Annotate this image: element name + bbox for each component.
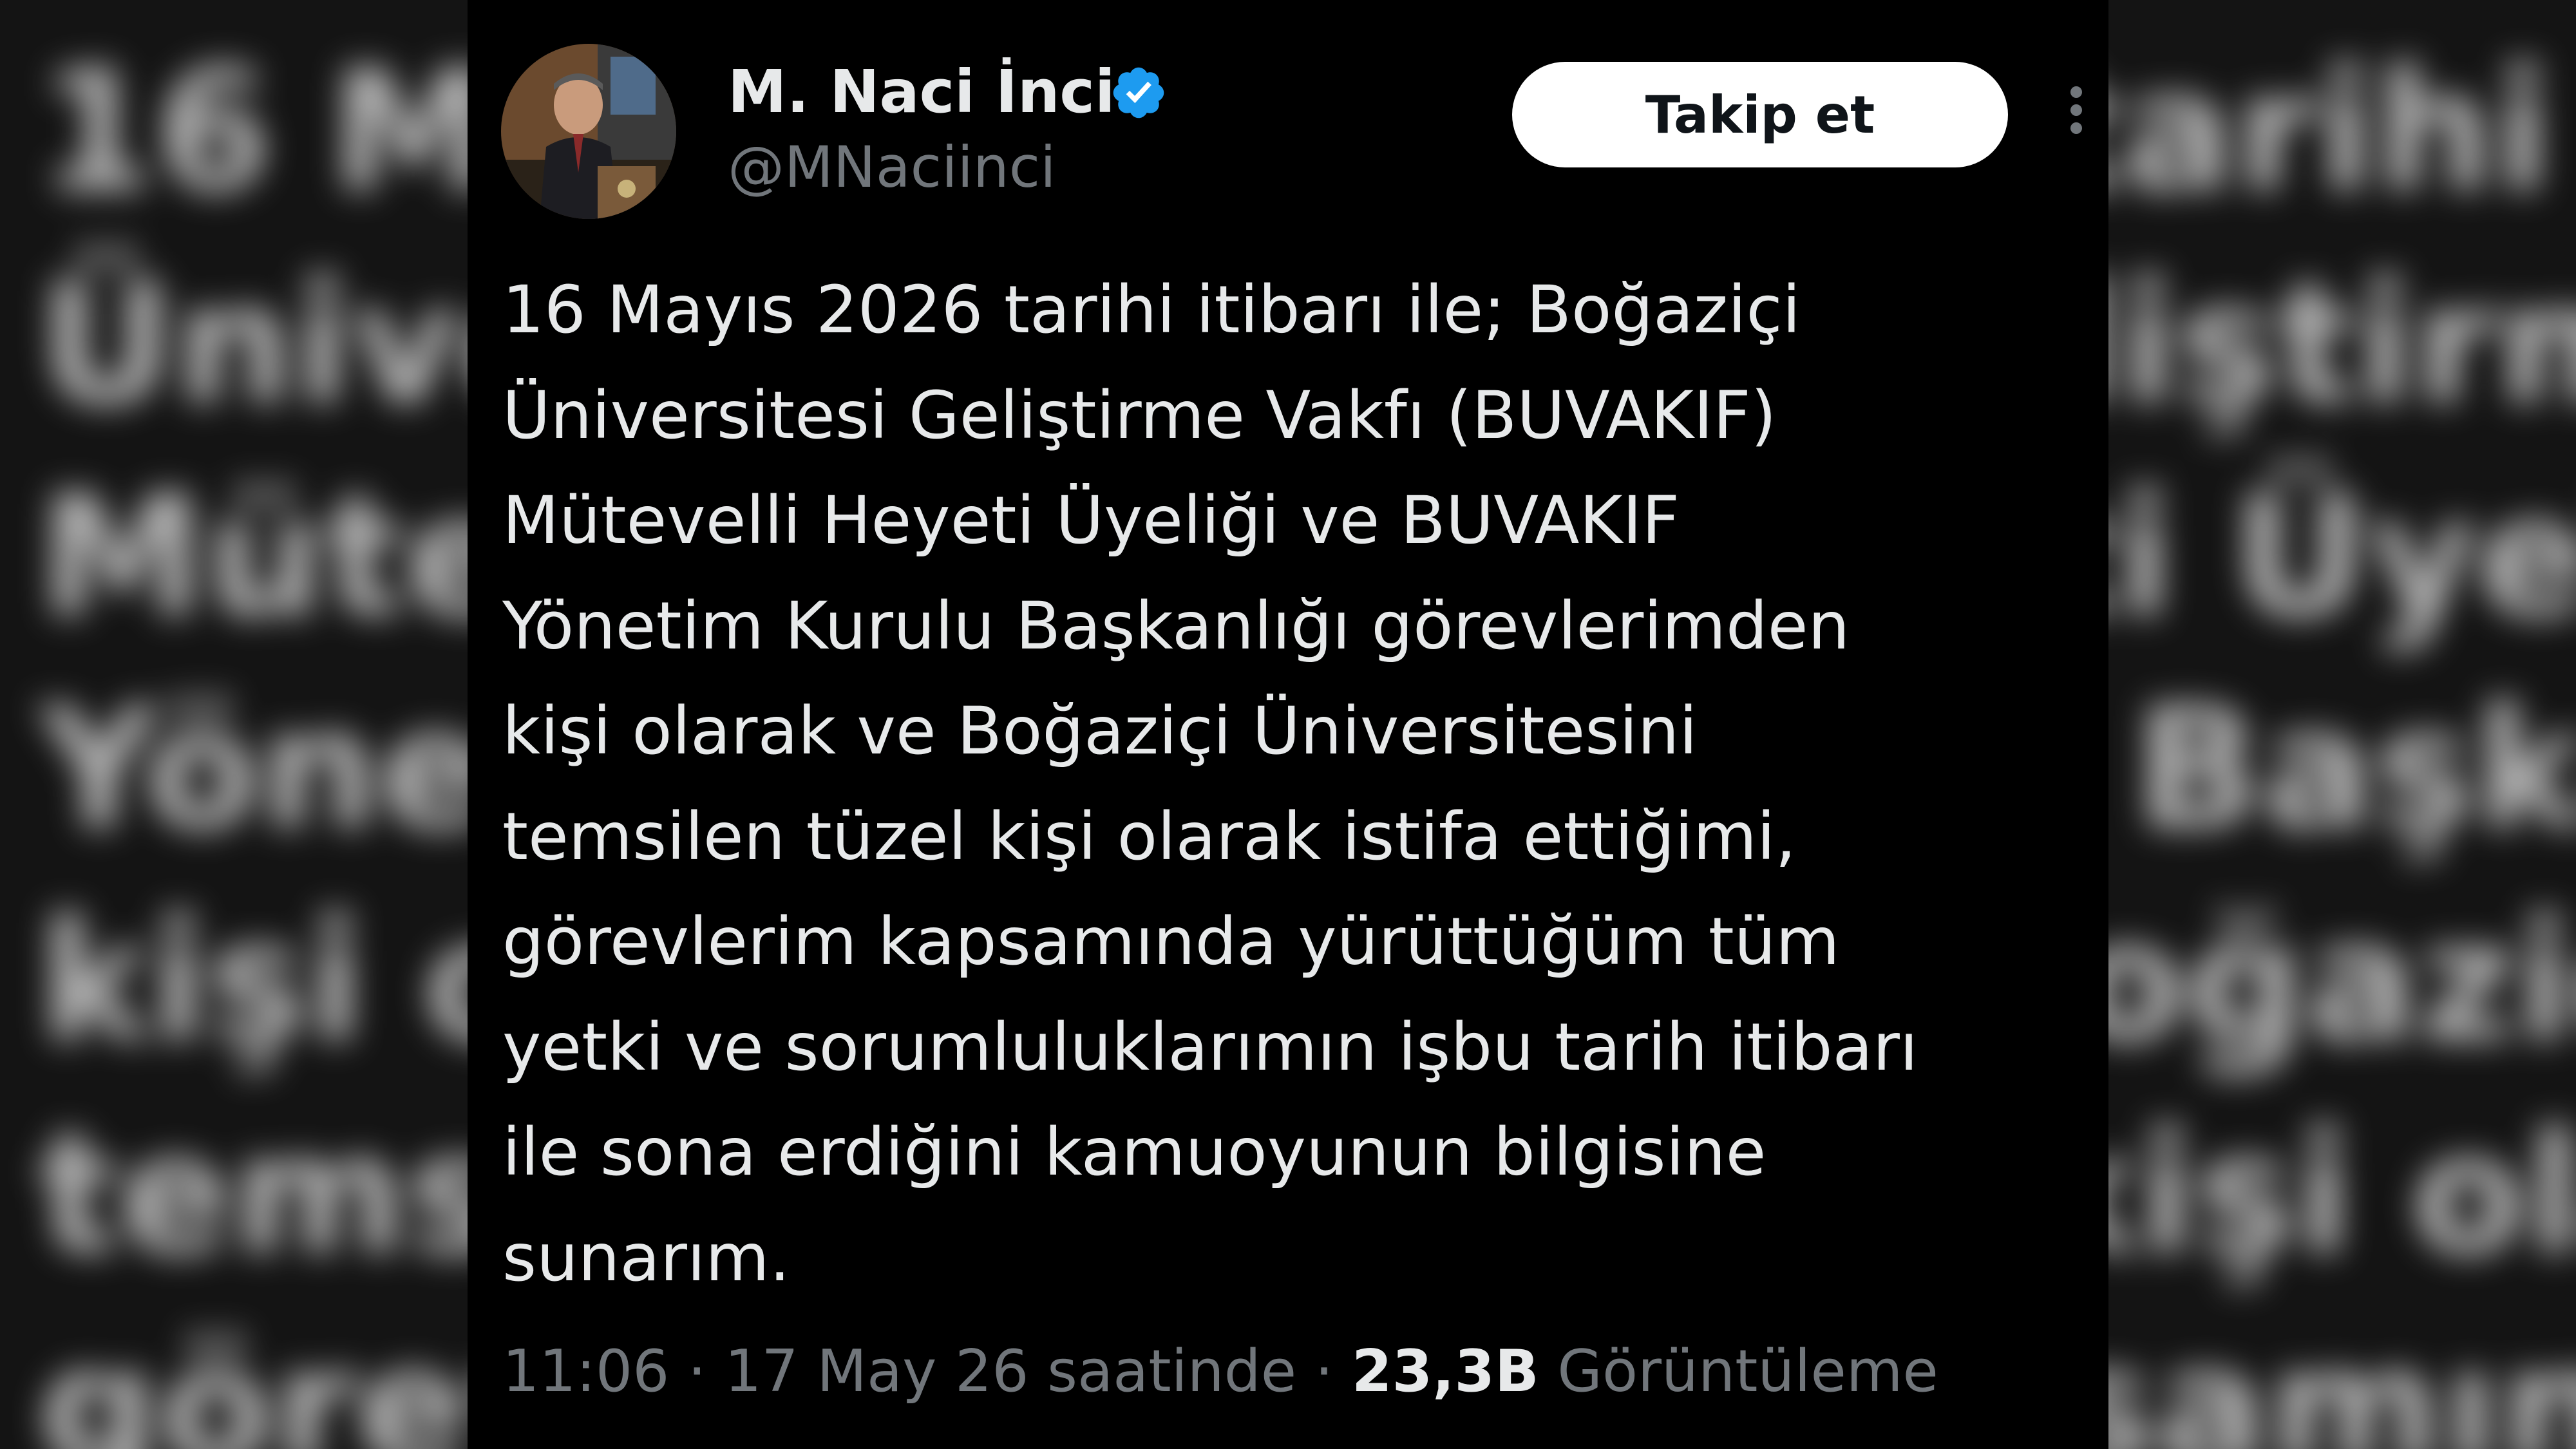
tweet-body: 16 Mayıs 2026 tarihi itibarı ile; Boğazi… [502,258,2074,1311]
blurred-line: Üniversitesi Geliştirme Vakfı (BUVAKIF) [39,247,468,442]
blurred-line: 16 Mayıs 2026 tarihi itibarı ile; Boğazi… [2108,35,2576,229]
avatar-photo [501,44,676,219]
blurred-background-left: 16 Mayıs 2026 tarihi itibarı ile; Boğazi… [0,0,468,1449]
views-count: 23,3B [1351,1338,1539,1405]
more-options-icon[interactable] [2063,86,2089,144]
avatar[interactable] [501,44,676,219]
blurred-line: görevlerim kapsamında yürüttüğüm tüm [39,1310,468,1449]
blurred-line: görevlerim kapsamında yürüttüğüm tüm [2108,1310,2576,1449]
blurred-line: Mütevelli Heyeti Üyeliği ve BUVAKIF [39,460,468,654]
blurred-line: temsilen tüzel kişi olarak istifa ettiği… [39,1097,468,1292]
blurred-line: Yönetim Kurulu Başkanlığı görevlerimden [39,672,468,867]
tweet-line: 16 Mayıs 2026 tarihi itibarı ile; Boğazi… [502,272,1801,348]
verified-badge-icon [1109,63,1168,122]
author-handle[interactable]: @MNaciinci [728,129,1056,206]
blurred-line: Mütevelli Heyeti Üyeliği ve BUVAKIF [2108,460,2576,654]
blurred-background-right: 16 Mayıs 2026 tarihi itibarı ile; Boğazi… [2108,0,2576,1449]
tweet-line: yetki ve sorumluluklarımın işbu tarih it… [502,1009,1918,1086]
blurred-line: 16 Mayıs 2026 tarihi itibarı ile; Boğazi… [39,35,468,229]
tweet-line: görevlerim kapsamında yürüttüğüm tüm [502,904,1840,980]
tweet-line: kişi olarak ve Boğaziçi Üniversitesini [502,693,1698,770]
tweet-line: sunarım. [502,1219,790,1296]
views-label: Görüntüleme [1557,1338,1938,1405]
blurred-line: Yönetim Kurulu Başkanlığı görevlerimden [2108,672,2576,867]
more-dot [2070,122,2082,134]
tweet-meta: 11:06 · 17 May 26 saatinde · 23,3B Görün… [502,1327,1938,1417]
blurred-line: kişi olarak ve Boğaziçi Üniversitesini [2108,885,2576,1079]
blurred-line: kişi olarak ve Boğaziçi Üniversitesini [39,885,468,1079]
more-dot [2070,86,2082,98]
tweet-line: Üniversitesi Geliştirme Vakfı (BUVAKIF) [502,377,1777,454]
blurred-line: temsilen tüzel kişi olarak istifa ettiği… [2108,1097,2576,1292]
tweet-line: ile sona erdiğini kamuoyunun bilgisine [502,1114,1766,1191]
tweet-line: temsilen tüzel kişi olarak istifa ettiği… [502,798,1796,875]
screenshot-stage: 16 Mayıs 2026 tarihi itibarı ile; Boğazi… [0,0,2576,1449]
author-display-name[interactable]: M. Naci İnci [728,50,1115,134]
tweet-line: Yönetim Kurulu Başkanlığı görevlerimden [502,587,1850,665]
tweet-card: M. Naci İnci @MNaciinci Takip et 16 Mayı… [468,0,2108,1449]
blurred-text: 16 Mayıs 2026 tarihi itibarı ile; Boğazi… [39,26,468,1449]
tweet-timestamp[interactable]: 11:06 · 17 May 26 saatinde · [502,1338,1333,1405]
tweet-line: Mütevelli Heyeti Üyeliği ve BUVAKIF [502,482,1680,559]
blurred-text: 16 Mayıs 2026 tarihi itibarı ile; Boğazi… [2108,26,2576,1449]
follow-button[interactable]: Takip et [1512,62,2008,167]
blurred-line: Üniversitesi Geliştirme Vakfı (BUVAKIF) [2108,247,2576,442]
more-dot [2070,104,2082,116]
